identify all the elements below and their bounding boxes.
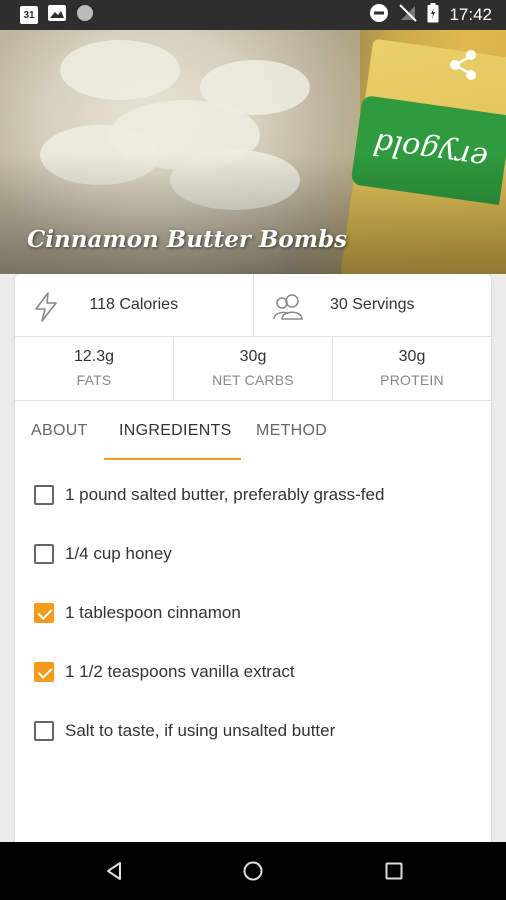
macro-fats: 12.3g FATS [15,337,173,400]
recipe-hero-image: erygold Cinnamon Butter Bombs [0,30,506,274]
calendar-day: 31 [23,10,35,21]
butter-blob [60,40,180,100]
macro-label: PROTEIN [380,372,444,388]
clock: 17:42 [449,5,492,24]
ingredient-checkbox[interactable] [34,661,54,682]
servings-cell: 30 Servings [252,274,492,336]
macro-value: 30g [398,348,426,365]
recipe-tabs: ABOUT INGREDIENTS METHOD [15,401,491,461]
status-bar: 31 17:42 [0,0,506,30]
ingredient-text: 1 tablespoon cinnamon [65,602,241,622]
ingredient-item[interactable]: 1 tablespoon cinnamon [15,583,491,642]
ingredient-checkbox[interactable] [34,484,54,505]
tab-about[interactable]: ABOUT [31,422,88,440]
ingredient-text: 1 1/2 teaspoons vanilla extract [65,661,295,681]
calories-cell: 118 Calories [15,274,253,336]
macro-label: NET CARBS [212,372,294,388]
butter-blob [200,60,310,115]
ingredient-text: Salt to taste, if using unsalted butter [65,720,336,740]
ingredient-checkbox[interactable] [34,543,54,564]
ingredient-item[interactable]: 1 1/2 teaspoons vanilla extract [15,642,491,701]
no-signal-icon [399,3,418,27]
circle-icon [76,4,94,27]
do-not-disturb-icon [369,3,389,28]
macro-value: 12.3g [73,348,115,365]
ingredient-checkbox[interactable] [34,720,54,741]
ingredient-item[interactable]: 1 pound salted butter, preferably grass-… [15,465,491,524]
macro-net-carbs: 30g NET CARBS [173,337,332,400]
ingredient-text: 1/4 cup honey [65,543,172,563]
ingredient-checkbox[interactable] [34,602,54,623]
system-nav-bar [0,842,506,900]
recents-icon[interactable] [383,860,405,887]
back-icon[interactable] [103,860,125,887]
recipe-card: 118 Calories 30 Servings 12.3g FATS 30g … [15,274,491,842]
ingredients-list: 1 pound salted butter, preferably grass-… [15,461,491,760]
image-icon [48,4,66,26]
ingredient-item[interactable]: 1/4 cup honey [15,524,491,583]
calendar-icon: 31 [20,6,38,24]
battery-icon [427,2,439,28]
macro-value: 30g [239,348,267,365]
macros-row: 12.3g FATS 30g NET CARBS 30g PROTEIN [15,337,491,401]
macro-label: FATS [76,372,112,388]
active-tab-indicator [104,458,241,460]
share-icon[interactable] [446,48,480,82]
macro-protein: 30g PROTEIN [332,337,491,400]
stats-row: 118 Calories 30 Servings [15,274,491,337]
home-icon[interactable] [242,860,264,887]
people-icon [272,294,303,320]
lightning-icon [35,292,57,322]
recipe-title: Cinnamon Butter Bombs [27,226,348,253]
hero-shade [0,154,506,274]
ingredient-text: 1 pound salted butter, preferably grass-… [65,484,385,504]
tab-ingredients[interactable]: INGREDIENTS [119,422,232,440]
ingredient-item[interactable]: Salt to taste, if using unsalted butter [15,701,491,760]
tab-method[interactable]: METHOD [256,422,327,440]
